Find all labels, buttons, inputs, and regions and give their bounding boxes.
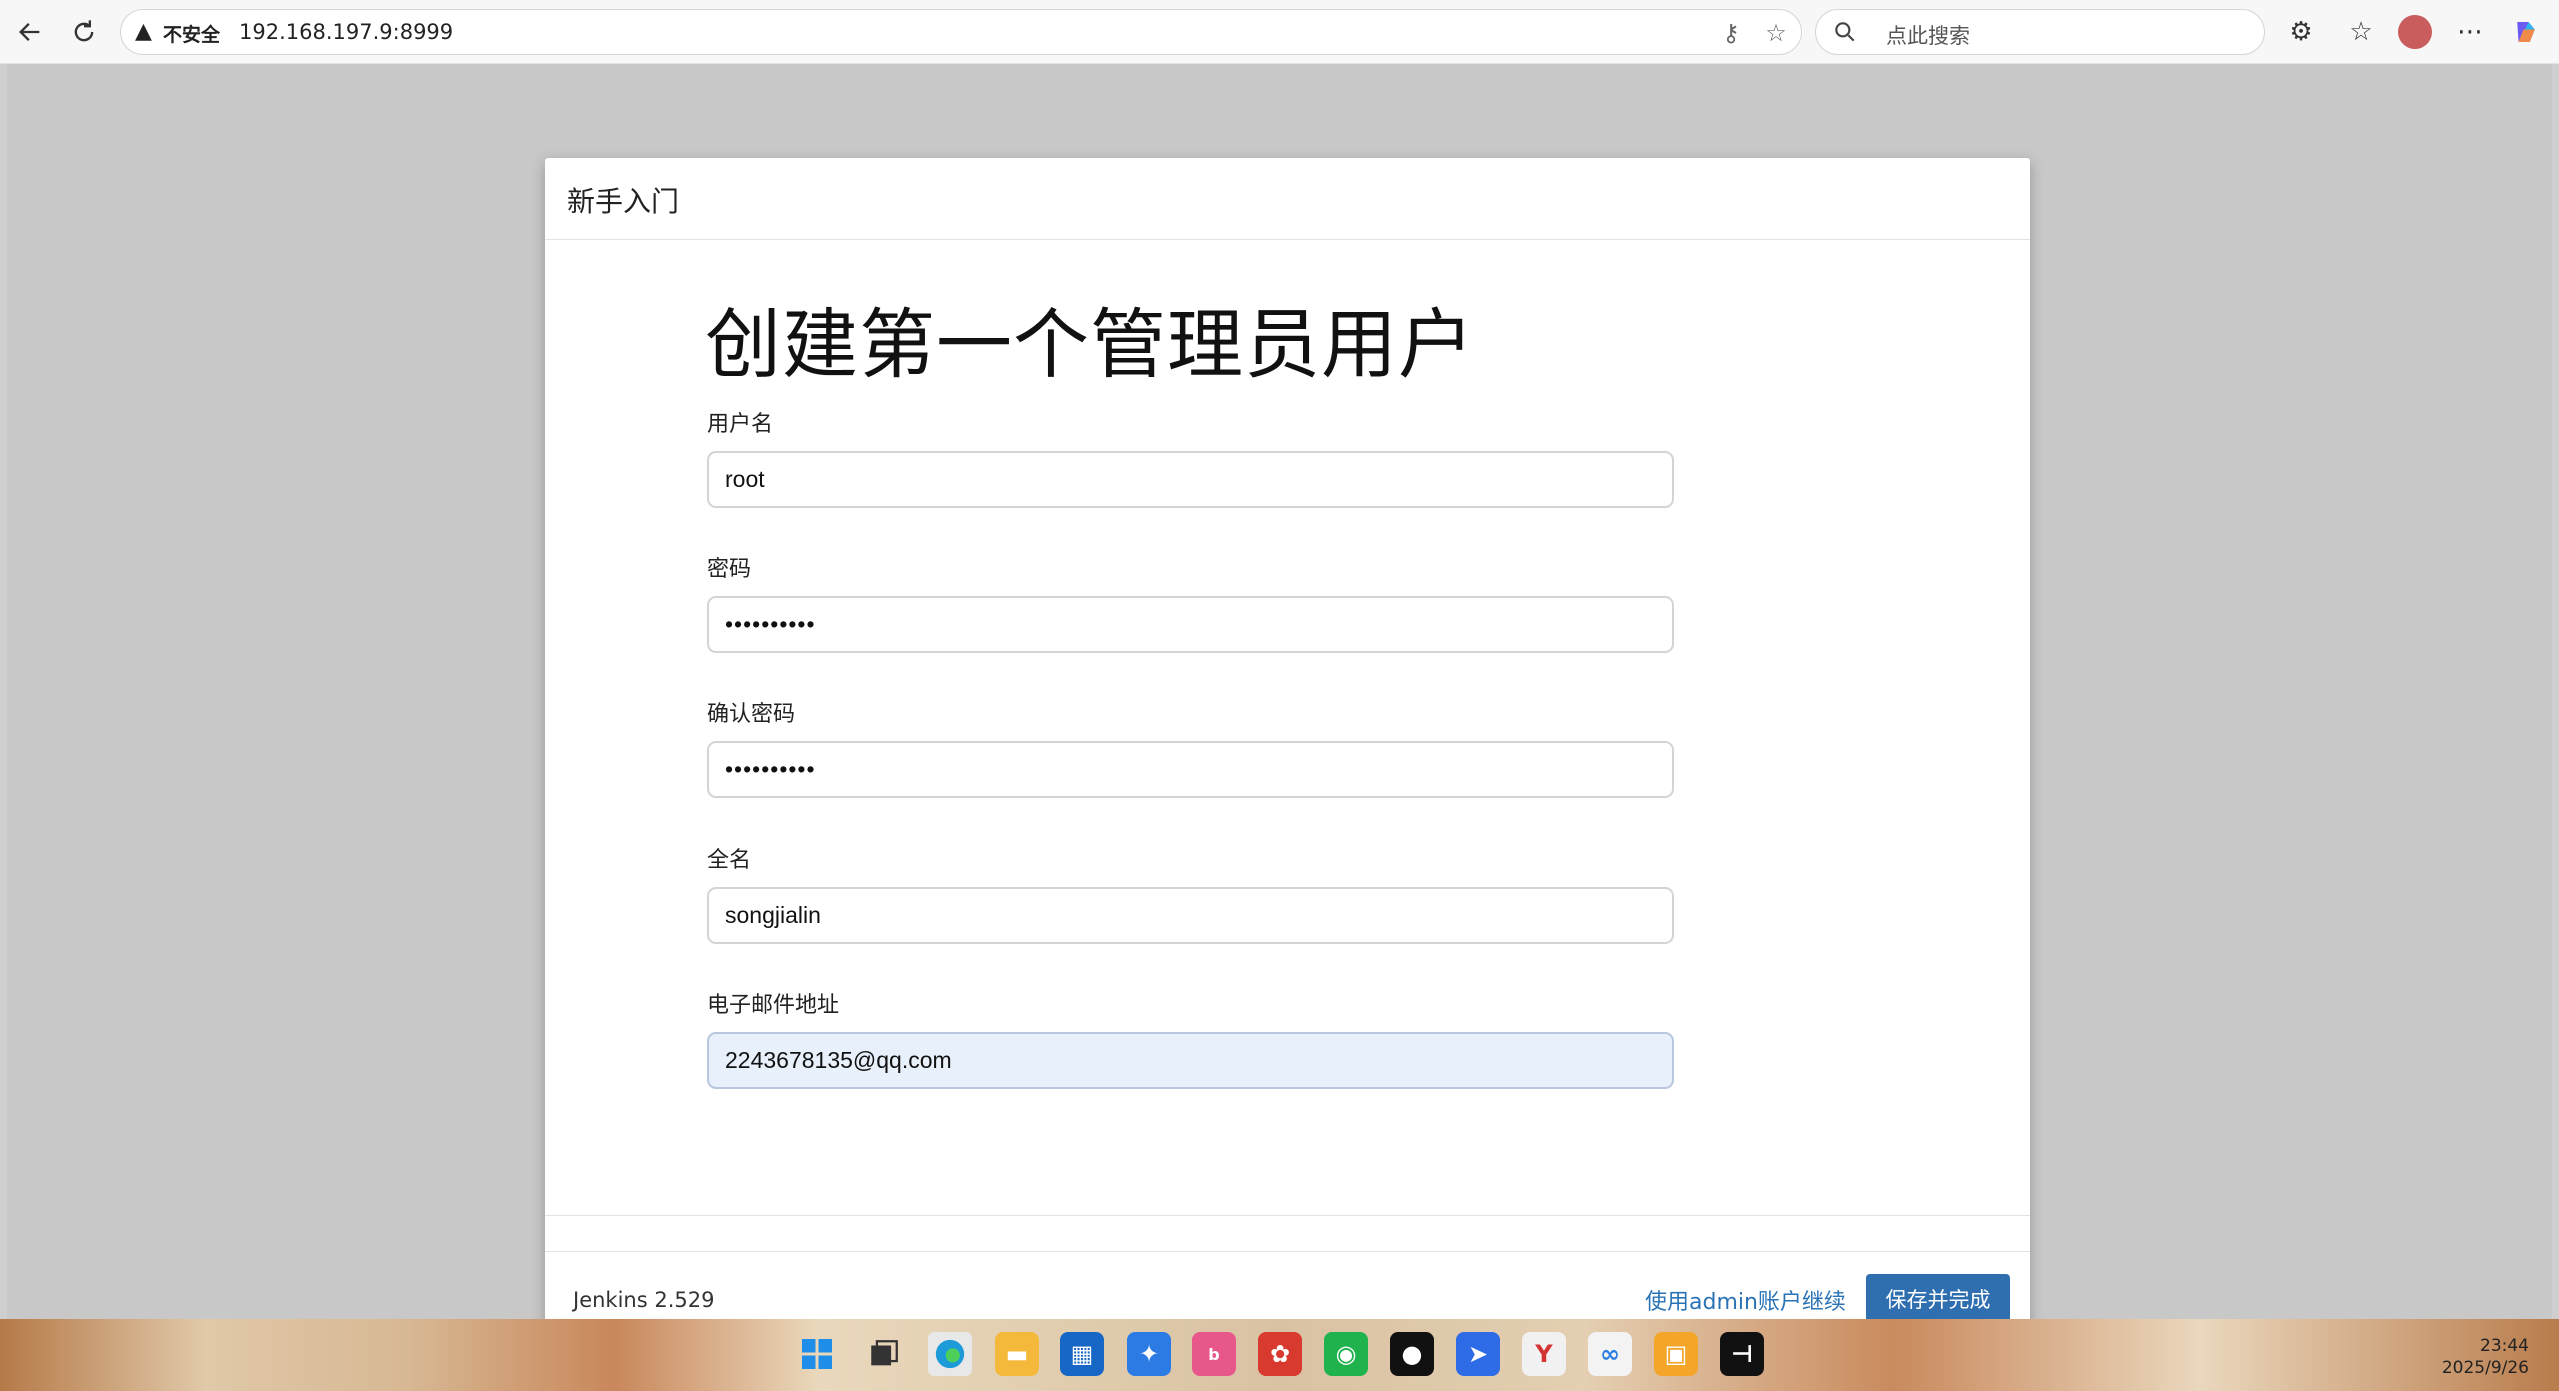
search-icon <box>1832 19 1860 47</box>
footer-divider-2 <box>545 1251 2030 1252</box>
system-clock[interactable]: 23:44 2025/9/26 <box>2442 1335 2529 1379</box>
app-white-icon[interactable]: Y <box>1522 1332 1566 1376</box>
key-icon[interactable]: ⚷ <box>1716 18 1746 48</box>
email-input[interactable] <box>707 1032 1674 1089</box>
clock-date: 2025/9/26 <box>2441 1358 2529 1378</box>
terminal-app-icon[interactable]: ⊣ <box>1720 1332 1764 1376</box>
reload-icon[interactable] <box>64 12 104 52</box>
jenkins-version: Jenkins 2.529 <box>573 1288 715 1312</box>
page-backdrop: 新手入门 创建第一个管理员用户 用户名 密码 确认密码 全名 电子邮件地址 Je… <box>7 64 2552 1346</box>
bilibili-icon[interactable]: b <box>1192 1332 1236 1376</box>
dialog-title: 新手入门 <box>567 185 680 218</box>
baidu-netdisk-icon[interactable]: ∞ <box>1588 1332 1632 1376</box>
app-red-icon[interactable]: ✿ <box>1258 1332 1302 1376</box>
dingtalk-icon[interactable]: ➤ <box>1456 1332 1500 1376</box>
favorites-icon[interactable]: ☆ <box>2342 13 2380 51</box>
back-icon[interactable] <box>10 12 50 52</box>
browser-toolbar: ▲ 不安全 192.168.197.9:8999 ⚷ ☆ 点此搜索 ⚙ ☆ ⋯ <box>0 0 2559 64</box>
security-label[interactable]: 不安全 <box>163 20 220 47</box>
extensions-icon[interactable]: ⚙ <box>2282 13 2320 51</box>
confirm-password-label: 确认密码 <box>707 702 796 727</box>
username-label: 用户名 <box>707 412 774 437</box>
username-input[interactable] <box>707 451 1674 508</box>
copilot-icon[interactable] <box>2507 13 2545 51</box>
warning-icon[interactable]: ▲ <box>135 19 161 45</box>
feishu-icon[interactable]: ✦ <box>1127 1332 1171 1376</box>
password-label: 密码 <box>707 557 752 582</box>
continue-as-admin-link[interactable]: 使用admin账户继续 <box>1645 1284 1846 1316</box>
search-box[interactable]: 点此搜索 <box>1815 9 2265 55</box>
save-finish-button[interactable]: 保存并完成 <box>1866 1274 2010 1324</box>
microsoft-store-icon[interactable]: ▦ <box>1060 1332 1104 1376</box>
profile-avatar[interactable] <box>2398 15 2432 49</box>
footer-divider <box>545 1215 2030 1216</box>
address-bar[interactable]: ▲ 不安全 192.168.197.9:8999 ⚷ ☆ <box>120 9 1802 55</box>
fullname-input[interactable] <box>707 887 1674 944</box>
windows-taskbar: ▬ ▦ ✦ b ✿ ◉ ● ➤ Y ∞ ▣ ⊣ 23:44 2025/9/26 <box>0 1319 2559 1391</box>
edge-browser-icon[interactable] <box>928 1332 972 1376</box>
password-input[interactable] <box>707 596 1674 653</box>
vmware-icon[interactable]: ▣ <box>1654 1332 1698 1376</box>
confirm-password-input[interactable] <box>707 741 1674 798</box>
fullname-label: 全名 <box>707 848 752 873</box>
start-icon[interactable] <box>795 1332 839 1376</box>
email-label: 电子邮件地址 <box>707 993 840 1018</box>
more-menu-icon[interactable]: ⋯ <box>2451 13 2489 51</box>
search-placeholder: 点此搜索 <box>1886 24 1970 48</box>
page-heading: 创建第一个管理员用户 <box>705 300 1475 389</box>
setup-dialog: 新手入门 创建第一个管理员用户 用户名 密码 确认密码 全名 电子邮件地址 Je… <box>545 158 2030 1346</box>
dialog-header: 新手入门 <box>545 158 2030 240</box>
url-text[interactable]: 192.168.197.9:8999 <box>239 20 453 44</box>
wechat-icon[interactable]: ◉ <box>1324 1332 1368 1376</box>
task-view-icon[interactable] <box>862 1332 906 1376</box>
qq-icon[interactable]: ● <box>1390 1332 1434 1376</box>
favorite-star-icon[interactable]: ☆ <box>1761 18 1791 48</box>
clock-time: 23:44 <box>2480 1336 2529 1356</box>
file-explorer-icon[interactable]: ▬ <box>995 1332 1039 1376</box>
